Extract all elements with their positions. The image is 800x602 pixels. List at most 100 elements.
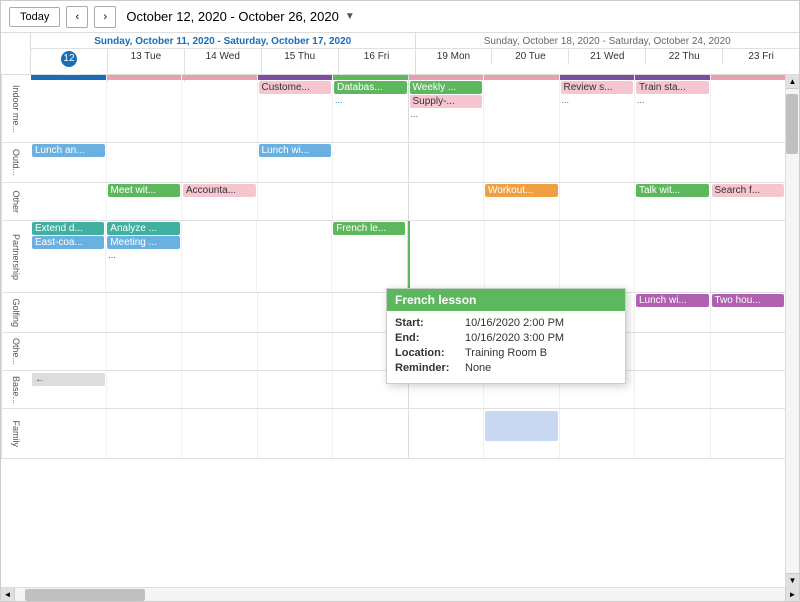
event-east-coa[interactable]: East-coa... bbox=[32, 236, 104, 249]
row-outd: Outd... Lunch an... Lunch wi... bbox=[1, 143, 785, 183]
day-col-12-other bbox=[31, 183, 107, 220]
today-button[interactable]: Today bbox=[9, 7, 60, 27]
day-col-20-other: Workout... bbox=[484, 183, 560, 220]
day-col-22-base bbox=[635, 371, 711, 408]
scrollbar[interactable]: ▲ ▼ bbox=[785, 75, 799, 587]
event-talk-wit[interactable]: Talk wit... bbox=[636, 184, 709, 197]
week1-othe bbox=[31, 333, 409, 370]
event-accounta[interactable]: Accounta... bbox=[183, 184, 256, 197]
day-col-21-other bbox=[560, 183, 636, 220]
day-col-22-family bbox=[635, 409, 711, 458]
family-event-block[interactable] bbox=[485, 411, 558, 441]
day-col-21-outd bbox=[560, 143, 636, 182]
day-col-15-indoor: Custome... bbox=[258, 75, 334, 142]
event-workout[interactable]: Workout... bbox=[485, 184, 558, 197]
day-col-13-base bbox=[107, 371, 183, 408]
day-col-19-partnership bbox=[410, 221, 485, 292]
day-col-16-indoor: Databas... ... bbox=[333, 75, 408, 142]
day-col-19-outd bbox=[409, 143, 485, 182]
day-col-14-partnership bbox=[182, 221, 257, 292]
day-col-19-other bbox=[409, 183, 485, 220]
tooltip-location-row: Location: Training Room B bbox=[395, 347, 617, 359]
day-col-22-indoor: Train sta... ... bbox=[635, 75, 711, 142]
event-review[interactable]: Review s... bbox=[561, 81, 634, 94]
row-label-outd[interactable]: Outd... bbox=[1, 143, 31, 182]
day-col-14-base bbox=[182, 371, 258, 408]
event-analyze[interactable]: Analyze ... bbox=[107, 222, 179, 235]
scroll-track bbox=[786, 89, 799, 573]
scroll-up-btn[interactable]: ▲ bbox=[786, 75, 799, 89]
week2-title: Sunday, October 18, 2020 - Saturday, Oct… bbox=[416, 33, 800, 49]
event-lunch-wi[interactable]: Lunch wi... bbox=[259, 144, 332, 157]
row-label-base[interactable]: Base... bbox=[1, 371, 31, 408]
more-link-21-indoor[interactable]: ... bbox=[560, 95, 635, 105]
week1-indoor: Custome... Databas... ... bbox=[31, 75, 409, 142]
day-col-23-othe bbox=[711, 333, 786, 370]
day-col-15-partnership bbox=[257, 221, 332, 292]
day-number-12: 12 Mon bbox=[61, 51, 77, 67]
more-link-16-indoor[interactable]: ... bbox=[333, 95, 408, 105]
day-col-15-othe bbox=[258, 333, 334, 370]
day-col-22-partnership bbox=[635, 221, 710, 292]
more-link-19-indoor[interactable]: ... bbox=[409, 109, 484, 119]
day-col-15-other bbox=[258, 183, 334, 220]
tooltip-reminder-value: None bbox=[465, 362, 491, 374]
bottom-scroll-right-btn[interactable]: ► bbox=[785, 588, 799, 602]
prev-button[interactable]: ‹ bbox=[66, 6, 88, 28]
event-extend-d[interactable]: Extend d... bbox=[32, 222, 104, 235]
week1-family bbox=[31, 409, 409, 458]
row-label-partnership[interactable]: Partnership bbox=[1, 221, 31, 292]
row-label-golfing[interactable]: Golfing bbox=[1, 293, 31, 332]
row-label-othe[interactable]: Othe... bbox=[1, 333, 31, 370]
event-meet-wit[interactable]: Meet wit... bbox=[108, 184, 181, 197]
bottom-scroll-left-btn[interactable]: ◄ bbox=[1, 588, 15, 602]
week1-title: Sunday, October 11, 2020 - Saturday, Oct… bbox=[31, 33, 415, 49]
event-lunch-wi2[interactable]: Lunch wi... bbox=[636, 294, 709, 307]
event-tooltip: French lesson Start: 10/16/2020 2:00 PM … bbox=[386, 288, 626, 384]
scroll-down-btn[interactable]: ▼ bbox=[786, 573, 799, 587]
row-label-family[interactable]: Family bbox=[1, 409, 31, 458]
day-col-13-family bbox=[107, 409, 183, 458]
event-base-arrow[interactable]: ← bbox=[32, 373, 105, 386]
event-supply[interactable]: Supply-... bbox=[410, 95, 483, 108]
day-col-12-indoor bbox=[31, 75, 107, 142]
day-col-14-indoor bbox=[182, 75, 258, 142]
day-col-20-indoor bbox=[484, 75, 560, 142]
tooltip-end-label: End: bbox=[395, 332, 465, 344]
more-link-13-partnership[interactable]: ... bbox=[106, 250, 180, 260]
day-col-23-other: Search f... bbox=[711, 183, 786, 220]
row-indoor: Indoor me... bbox=[1, 75, 785, 143]
day-col-22-outd bbox=[635, 143, 711, 182]
day-col-22-other: Talk wit... bbox=[635, 183, 711, 220]
event-train-sta[interactable]: Train sta... bbox=[636, 81, 709, 94]
event-lunch-an[interactable]: Lunch an... bbox=[32, 144, 105, 157]
next-button[interactable]: › bbox=[94, 6, 116, 28]
calendar-container: Today ‹ › October 12, 2020 - October 26,… bbox=[0, 0, 800, 602]
event-customer[interactable]: Custome... bbox=[259, 81, 332, 94]
event-search-f[interactable]: Search f... bbox=[712, 184, 785, 197]
date-range: October 12, 2020 - October 26, 2020 bbox=[126, 9, 338, 24]
day-col-23-partnership bbox=[711, 221, 785, 292]
day-col-12-outd: Lunch an... bbox=[31, 143, 107, 182]
row-label-indoor[interactable]: Indoor me... bbox=[1, 75, 31, 142]
bottom-scroll-thumb[interactable] bbox=[25, 589, 145, 601]
scroll-thumb[interactable] bbox=[786, 94, 798, 154]
day-col-12-family bbox=[31, 409, 107, 458]
day-col-14-outd bbox=[182, 143, 258, 182]
event-weekly[interactable]: Weekly ... bbox=[410, 81, 483, 94]
event-two-hou[interactable]: Two hou... bbox=[712, 294, 785, 307]
event-database[interactable]: Databas... bbox=[334, 81, 407, 94]
tooltip-start-label: Start: bbox=[395, 317, 465, 329]
week2-outd bbox=[409, 143, 786, 182]
date-range-dropdown[interactable]: ▼ bbox=[345, 11, 355, 22]
day-col-15-family bbox=[258, 409, 334, 458]
more-link-22-indoor[interactable]: ... bbox=[635, 95, 710, 105]
week2-family bbox=[409, 409, 786, 458]
event-meeting[interactable]: Meeting ... bbox=[107, 236, 179, 249]
tooltip-location-label: Location: bbox=[395, 347, 465, 359]
row-label-other[interactable]: Other bbox=[1, 183, 31, 220]
day-col-12-partnership: Extend d... East-coa... bbox=[31, 221, 106, 292]
event-french-le[interactable]: French le... bbox=[333, 222, 405, 235]
day-header-21: 21 Wed bbox=[569, 49, 646, 64]
day-col-21-family bbox=[560, 409, 636, 458]
